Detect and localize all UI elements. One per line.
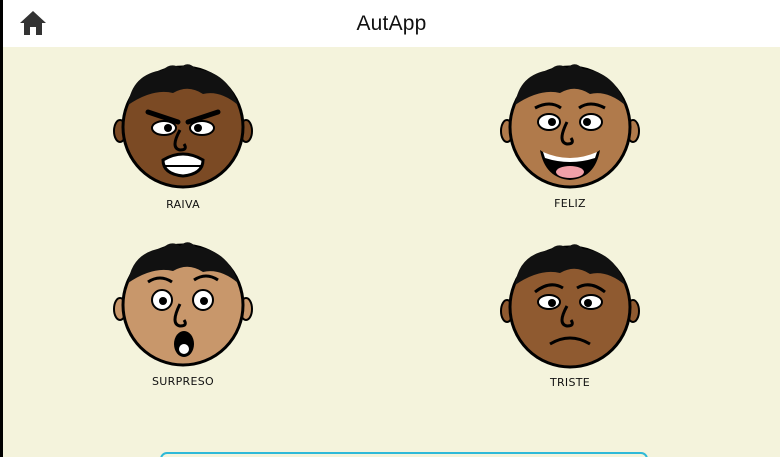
angry-face-image: [113, 64, 253, 189]
emotion-label: TRISTE: [549, 376, 591, 389]
happy-face-image: [500, 64, 640, 189]
top-bar: AutApp: [3, 0, 780, 47]
app-screen: AutApp RAIVA FELIZ SURPRESO TRISTE: [3, 0, 780, 457]
sad-face-image: [500, 244, 640, 369]
emotion-card-triste[interactable]: TRISTE: [495, 240, 645, 400]
emotion-card-surpreso[interactable]: SURPRESO: [108, 238, 258, 398]
emotion-card-raiva[interactable]: RAIVA: [108, 60, 258, 220]
bottom-action-button[interactable]: [160, 452, 648, 457]
emotion-label: SURPRESO: [152, 375, 214, 388]
emotion-label: FELIZ: [554, 197, 586, 210]
app-title: AutApp: [356, 12, 427, 35]
emotion-card-feliz[interactable]: FELIZ: [495, 60, 645, 220]
surprised-face-image: [113, 242, 253, 367]
emotion-label: RAIVA: [166, 198, 200, 211]
